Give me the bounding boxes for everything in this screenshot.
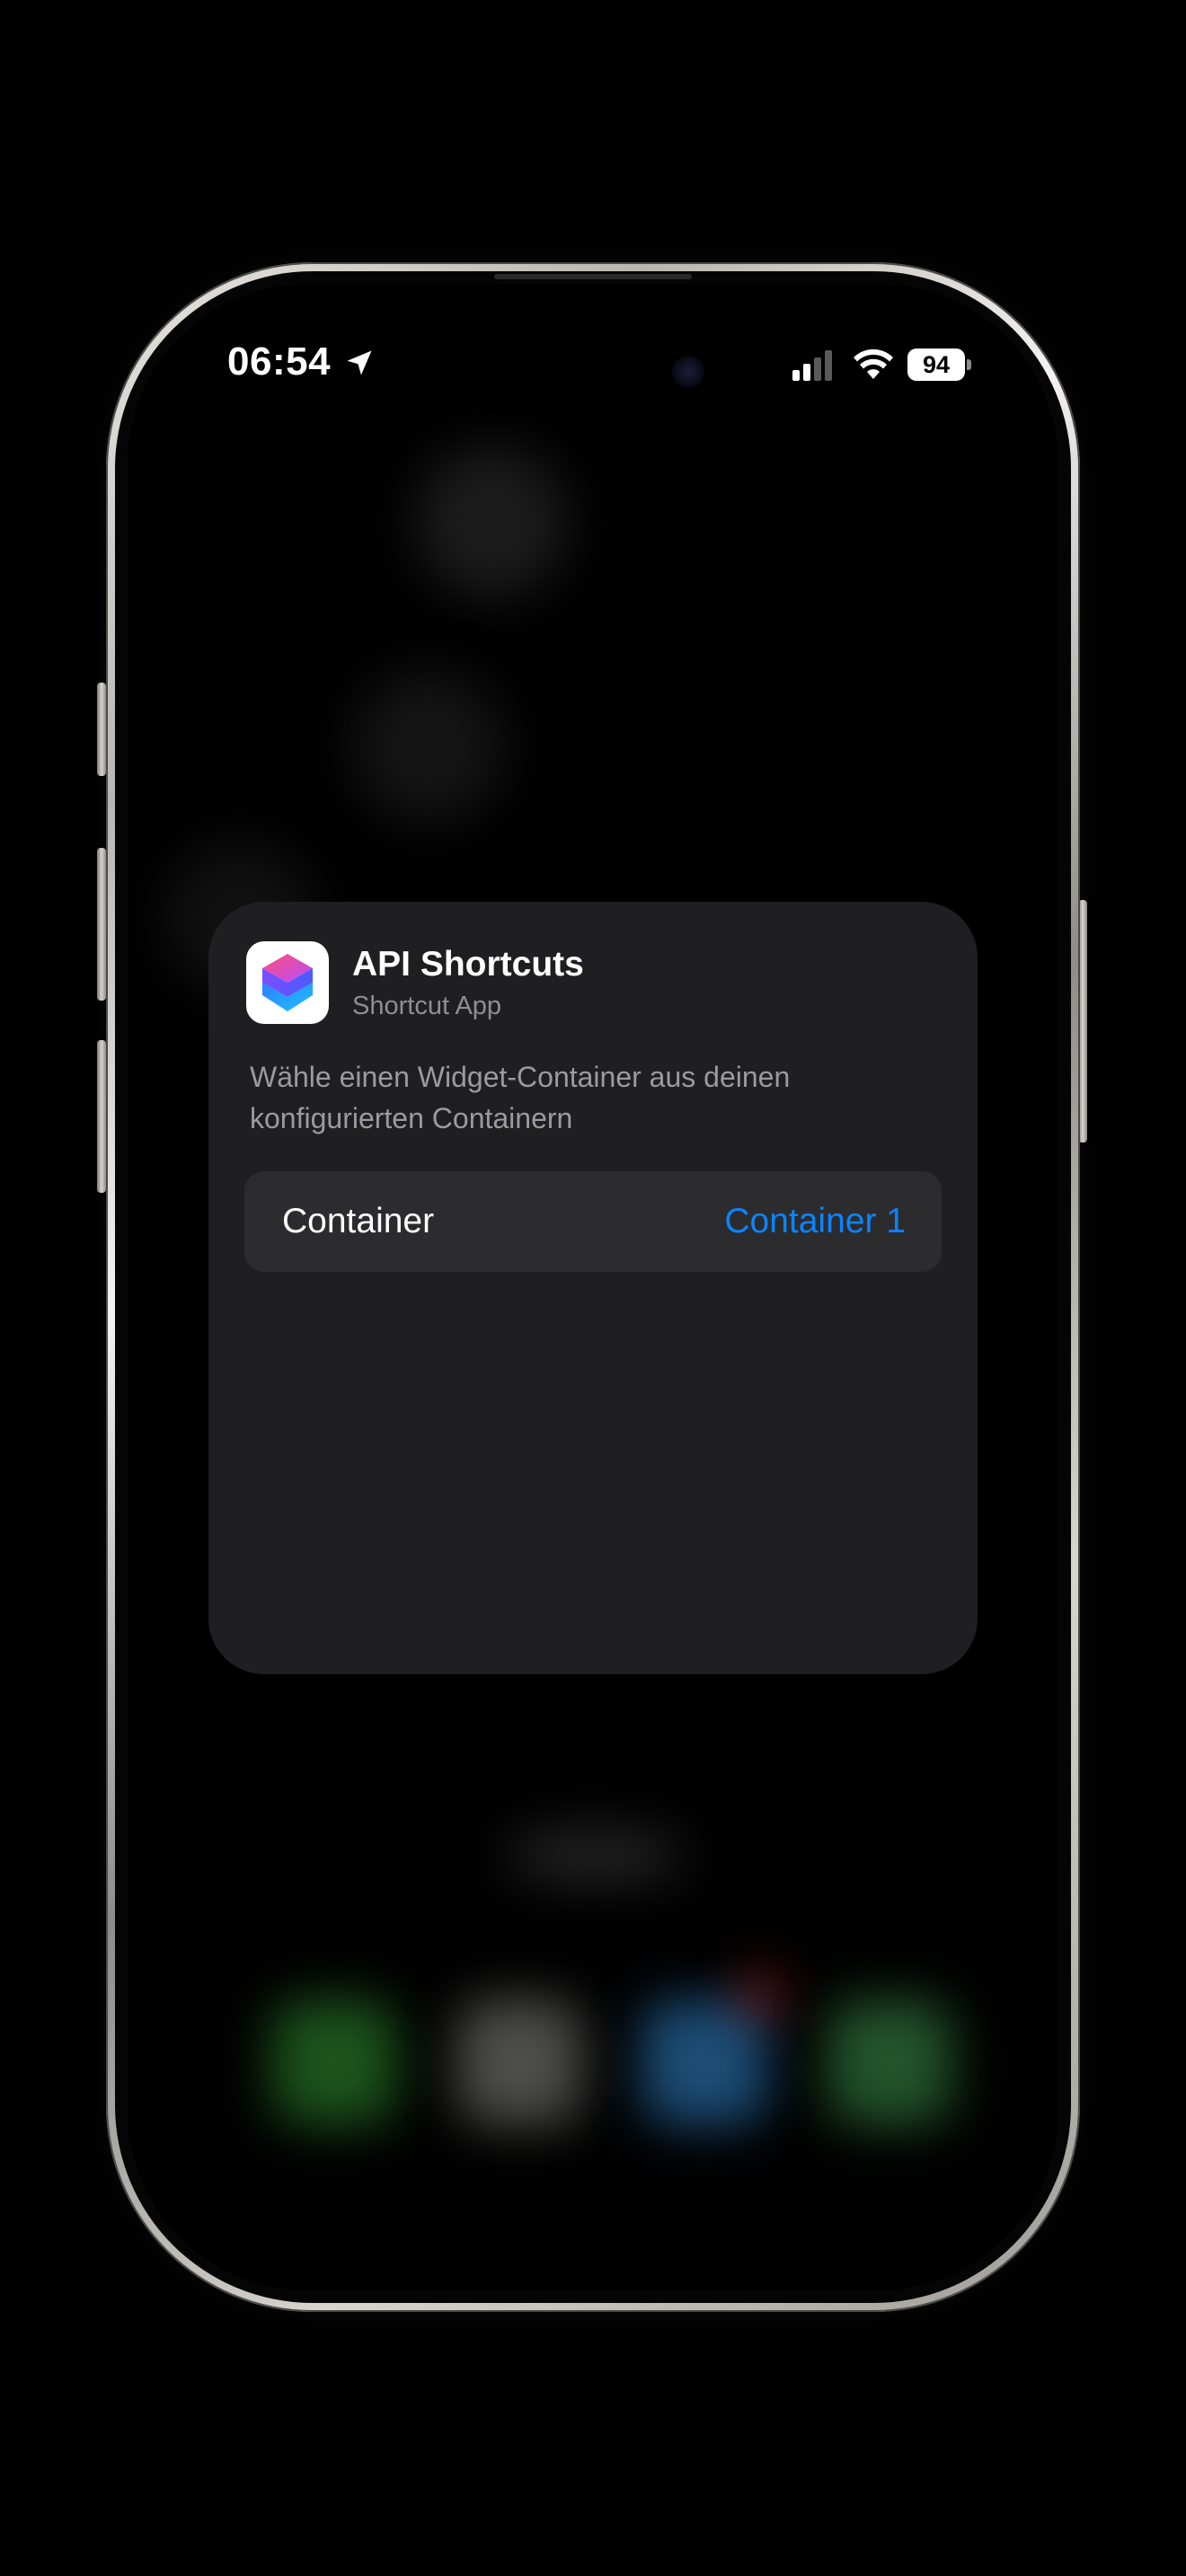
container-parameter-row[interactable]: Container Container 1	[244, 1171, 942, 1272]
cellular-signal-icon	[792, 350, 832, 381]
action-button	[97, 683, 106, 776]
container-parameter-label: Container	[282, 1202, 435, 1240]
description-line: Wähle einen Widget-Container aus deinen	[250, 1061, 791, 1093]
description-line: konfigurierten Containern	[250, 1102, 573, 1134]
status-time: 06:54	[227, 340, 332, 384]
blurred-background-element	[415, 446, 568, 598]
wifi-icon	[854, 348, 893, 379]
container-parameter-value[interactable]: Container 1	[724, 1202, 906, 1241]
blurred-dock-icon	[642, 1999, 767, 2125]
app-logo-graphic	[262, 954, 313, 1011]
blurred-dock-badge	[739, 1972, 783, 2017]
app-subtitle: Shortcut App	[352, 992, 502, 1020]
top-speaker-line	[494, 274, 692, 279]
volume-up-button	[97, 848, 106, 1001]
blurred-background-element	[505, 1829, 685, 1883]
volume-down-button	[97, 1040, 106, 1193]
app-title: API Shortcuts	[352, 945, 584, 984]
widget-description: Wähle einen Widget-Container aus deinen …	[250, 1056, 915, 1139]
blurred-dock-icon	[456, 1999, 582, 2125]
front-camera	[672, 356, 704, 388]
blurred-dock-icon	[827, 1999, 952, 2125]
battery-indicator: 94	[907, 348, 972, 381]
widget-config-card: API Shortcuts Shortcut App Wähle einen W…	[208, 902, 978, 1674]
battery-tip	[967, 359, 971, 370]
hexagon-cube-icon	[246, 941, 329, 1024]
blurred-dock-icon	[271, 1999, 397, 2125]
location-arrow-icon	[347, 350, 372, 375]
blurred-background-element	[352, 670, 505, 823]
screenshot-stage: 06:54 94 API Shortcuts Shortcut App Wähl…	[0, 0, 1186, 2576]
battery-level: 94	[907, 348, 965, 381]
